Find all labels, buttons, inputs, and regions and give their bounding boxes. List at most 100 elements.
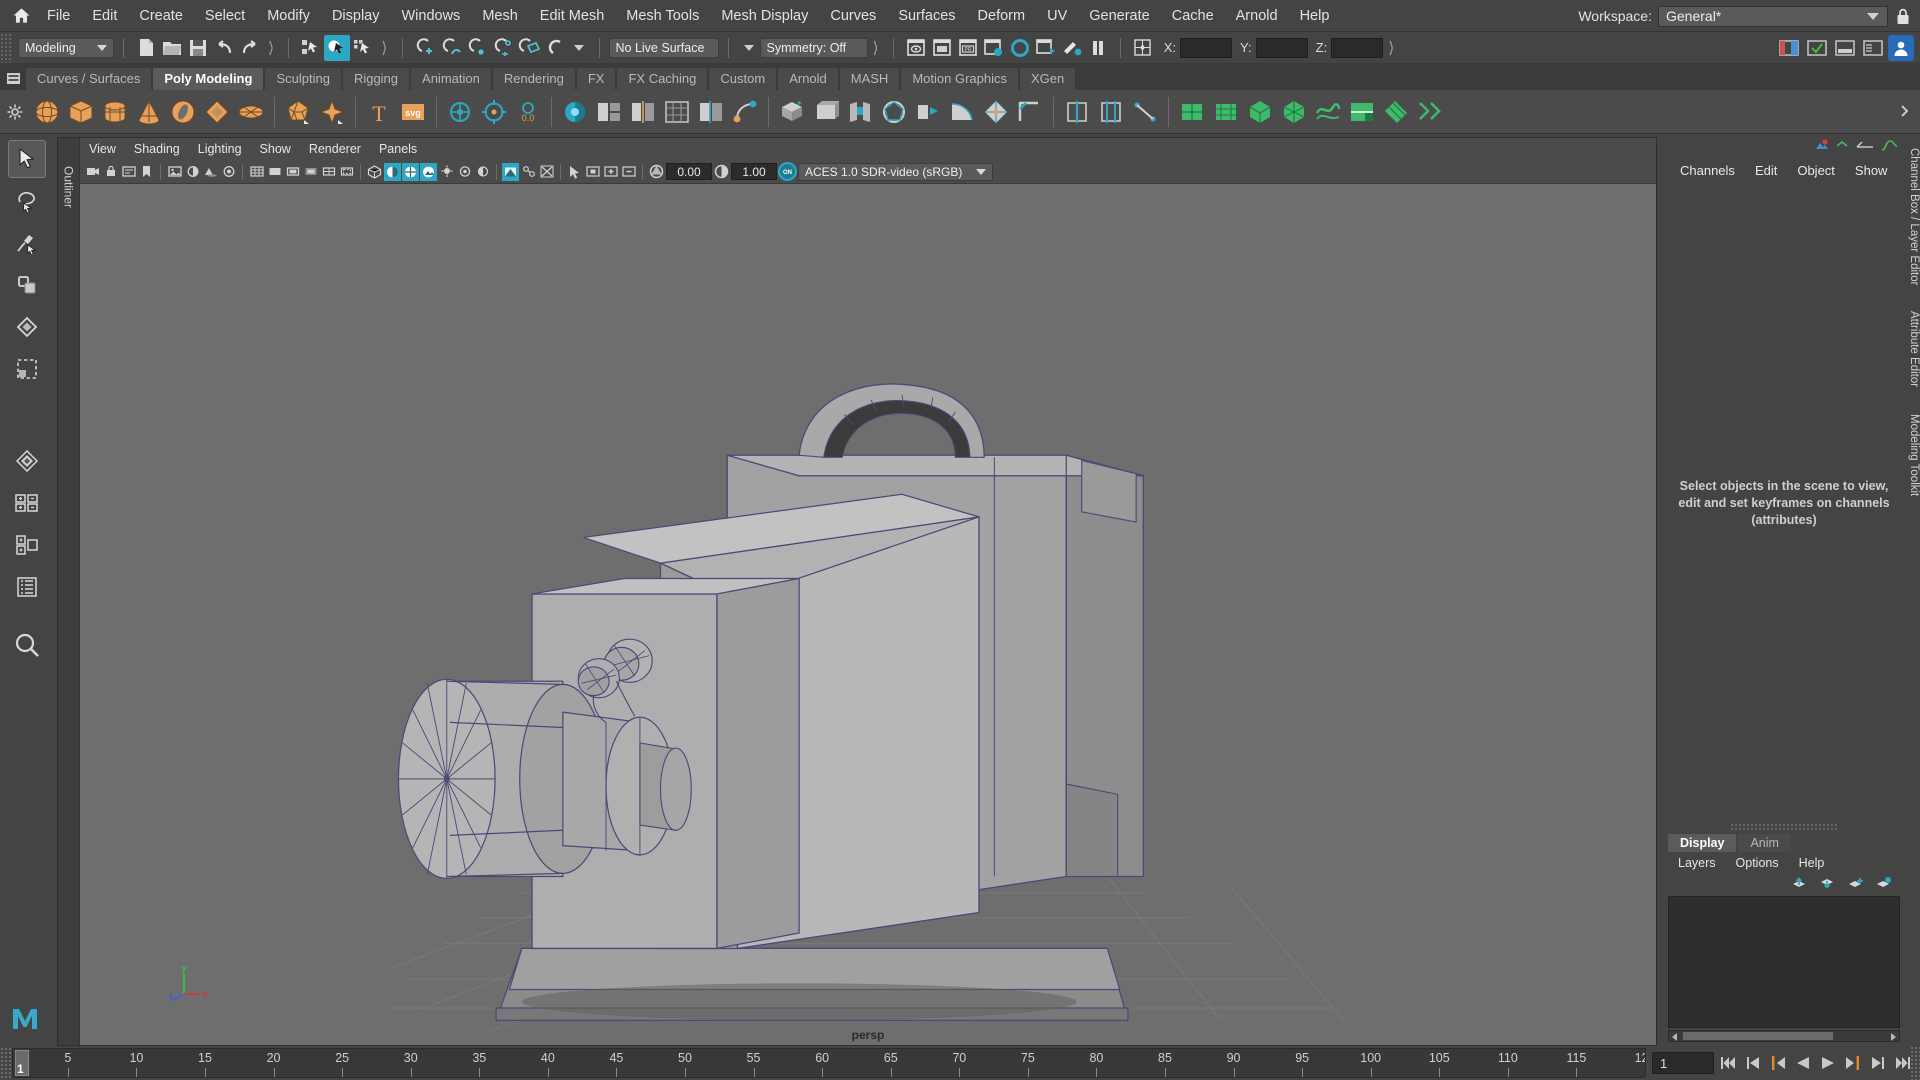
vtab-modeling-toolkit[interactable]: Modeling Toolkit <box>1908 414 1920 496</box>
select-hierarchy-icon[interactable] <box>298 35 324 61</box>
select-pointer-icon[interactable] <box>566 163 583 181</box>
shelf-tab-rigging[interactable]: Rigging <box>342 68 410 90</box>
menu-generate[interactable]: Generate <box>1078 0 1160 32</box>
pause-icon[interactable] <box>1085 35 1111 61</box>
time-slider-track[interactable]: 1 5 10 15 20 25 30 35 40 45 50 55 60 65 70 75 80 85 90 95 1… <box>12 1048 1646 1078</box>
smooth-proxy-icon[interactable] <box>1209 94 1243 130</box>
menu-uv[interactable]: UV <box>1036 0 1078 32</box>
shelf-tab-mash[interactable]: MASH <box>839 68 900 90</box>
shelf-tab-custom[interactable]: Custom <box>709 68 777 90</box>
shadows-icon[interactable] <box>202 163 219 181</box>
light-settings-icon[interactable] <box>1033 35 1059 61</box>
select-tool[interactable] <box>8 140 46 178</box>
render-current-frame-icon[interactable] <box>903 35 929 61</box>
display-layer-list[interactable] <box>1668 896 1900 1028</box>
select-camera-icon[interactable] <box>84 163 101 181</box>
menu-create[interactable]: Create <box>128 0 194 32</box>
collapse-arrow-icon[interactable]: ⟩ <box>873 38 879 58</box>
current-frame-input[interactable]: 1 <box>1652 1052 1714 1074</box>
offset-edge-loop-icon[interactable] <box>1094 94 1128 130</box>
xray-icon[interactable] <box>502 162 519 181</box>
poke-icon[interactable] <box>979 94 1013 130</box>
image-plane-icon[interactable] <box>166 163 183 181</box>
gamma-input[interactable]: 0.00 <box>666 163 712 180</box>
shelf-tab-xgen[interactable]: XGen <box>1019 68 1076 90</box>
tab-anim[interactable]: Anim <box>1738 834 1791 852</box>
select-component-icon[interactable] <box>350 35 376 61</box>
shelf-options-menu-icon[interactable] <box>0 66 26 90</box>
menu-mesh-display[interactable]: Mesh Display <box>710 0 819 32</box>
scroll-left-icon[interactable] <box>1672 1033 1677 1041</box>
shelf-tab-fx[interactable]: FX <box>576 68 616 90</box>
scrollbar-thumb[interactable] <box>1683 1032 1833 1040</box>
shelf-tab-arnold[interactable]: Arnold <box>778 68 838 90</box>
snap-projected-icon[interactable] <box>490 35 516 61</box>
use-all-lights-icon[interactable] <box>456 163 473 181</box>
layer-editor-splitter[interactable] <box>1730 823 1838 832</box>
channel-box-menu-object[interactable]: Object <box>1787 158 1845 184</box>
step-forward-frame-icon[interactable] <box>1867 1051 1889 1075</box>
channel-box-menu-edit[interactable]: Edit <box>1745 158 1787 184</box>
triangulate-icon[interactable] <box>1277 94 1311 130</box>
render-view-icon[interactable] <box>1007 35 1033 61</box>
insert-edge-loop-icon[interactable] <box>1060 94 1094 130</box>
menu-help[interactable]: Help <box>1289 0 1341 32</box>
open-scene-icon[interactable] <box>159 35 185 61</box>
channel-box-resize-icon[interactable] <box>1855 138 1875 154</box>
new-scene-icon[interactable] <box>133 35 159 61</box>
exposure-input[interactable]: 1.00 <box>731 163 777 180</box>
window-resize-grip[interactable] <box>1910 1046 1920 1080</box>
menu-mesh[interactable]: Mesh <box>471 0 528 32</box>
lock-icon[interactable] <box>1894 5 1912 27</box>
exposure-icon[interactable] <box>648 163 665 181</box>
viewport-menu-view[interactable]: View <box>80 138 125 160</box>
display-layer-visibility-icon[interactable] <box>1813 138 1829 155</box>
viewport-menu-show[interactable]: Show <box>251 138 300 160</box>
move-tool[interactable] <box>8 266 46 304</box>
multi-cut-icon[interactable] <box>694 94 728 130</box>
menu-select[interactable]: Select <box>194 0 256 32</box>
viewport-menu-shading[interactable]: Shading <box>125 138 189 160</box>
vtab-attribute-editor[interactable]: Attribute Editor <box>1908 311 1920 387</box>
snap-together-icon[interactable] <box>443 94 477 130</box>
select-object-icon[interactable] <box>324 34 351 61</box>
cleanup-icon[interactable] <box>1413 94 1447 130</box>
shelf-tab-rendering[interactable]: Rendering <box>492 68 575 90</box>
graph-editor-icon[interactable] <box>1881 138 1898 155</box>
poly-plane-icon[interactable] <box>200 94 234 130</box>
move-layer-up-icon[interactable] <box>1791 876 1808 893</box>
chamfer-vertex-icon[interactable] <box>1013 94 1047 130</box>
shelf-tab-sculpting[interactable]: Sculpting <box>265 68 341 90</box>
smooth-shade-icon[interactable] <box>384 162 401 181</box>
xray-active-components-icon[interactable] <box>538 163 555 181</box>
viewport-menu-panels[interactable]: Panels <box>370 138 426 160</box>
color-space-dropdown[interactable]: ACES 1.0 SDR-video (sRGB) <box>798 162 993 181</box>
xray-joints-icon[interactable] <box>520 163 537 181</box>
shaded-wireframe-icon[interactable] <box>402 162 419 181</box>
menu-set-dropdown[interactable]: Modeling <box>18 37 114 58</box>
chevron-down-icon[interactable] <box>573 44 584 51</box>
poly-platonic-icon[interactable] <box>281 94 315 130</box>
menu-edit[interactable]: Edit <box>81 0 128 32</box>
color-management-toggle[interactable]: ON <box>778 162 797 181</box>
poly-type-icon[interactable]: T <box>362 94 396 130</box>
outliner-collapsed-tab[interactable]: Outliner <box>58 138 80 1045</box>
show-hide-channel-box-icon[interactable] <box>1860 35 1886 61</box>
grid-toggle-icon[interactable] <box>248 163 265 181</box>
channel-box-menu-channels[interactable]: Channels <box>1670 158 1745 184</box>
quadrangulate-icon[interactable] <box>1311 94 1345 130</box>
camera-attributes-icon[interactable] <box>120 163 137 181</box>
step-back-key-icon[interactable] <box>1767 1051 1789 1075</box>
isolate-remove-icon[interactable] <box>620 163 637 181</box>
viewport-3d-canvas[interactable]: y x z persp <box>80 184 1656 1045</box>
poly-cone-icon[interactable] <box>132 94 166 130</box>
smooth-icon[interactable] <box>1175 94 1209 130</box>
vtab-channel-box-layer-editor[interactable]: Channel Box / Layer Editor <box>1908 148 1920 285</box>
show-hide-tool-settings-icon[interactable] <box>1832 35 1858 61</box>
snap-point-icon[interactable] <box>464 35 490 61</box>
new-layer-from-selected-icon[interactable] <box>1875 876 1892 893</box>
menu-surfaces[interactable]: Surfaces <box>887 0 966 32</box>
target-weld-icon[interactable] <box>728 94 762 130</box>
quad-draw-icon[interactable] <box>660 94 694 130</box>
menu-windows[interactable]: Windows <box>390 0 471 32</box>
